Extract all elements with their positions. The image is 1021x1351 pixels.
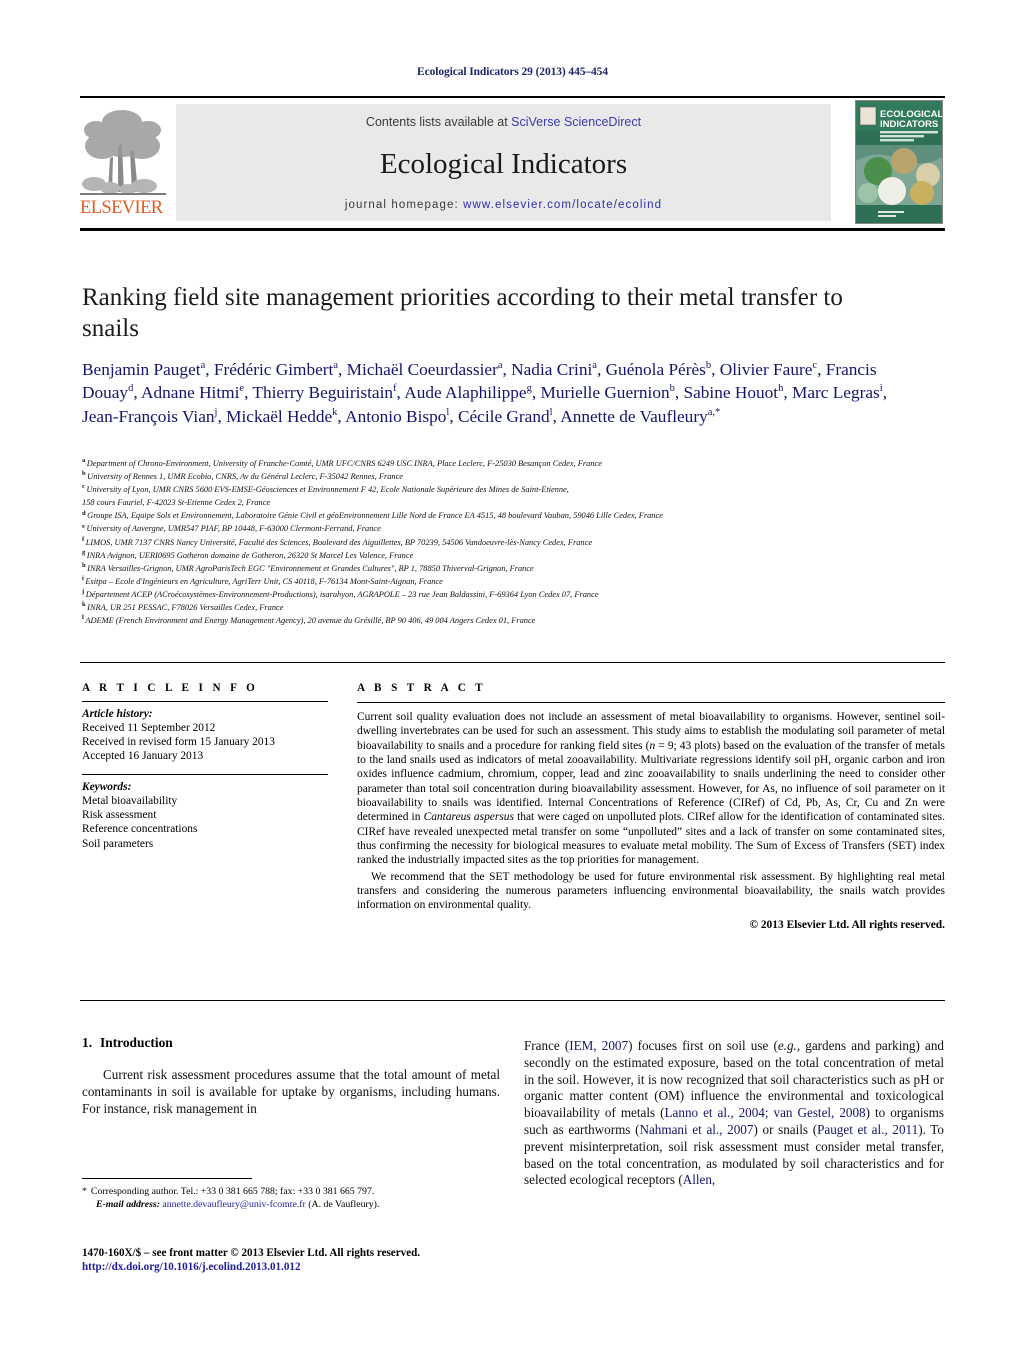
homepage-url-link[interactable]: www.elsevier.com/locate/ecolind xyxy=(463,199,662,211)
footnote-rule xyxy=(82,1178,252,1179)
affiliation-marker: a xyxy=(82,457,86,465)
email-link[interactable]: annette.devaufleury@univ-fcomte.fr xyxy=(162,1199,305,1210)
elsevier-tree-icon xyxy=(80,104,166,197)
affiliation-marker: c xyxy=(82,483,85,491)
page-title: Ranking field site management priorities… xyxy=(82,284,843,342)
affiliation-text: Département ACEP (ACroécosystèmes-Enviro… xyxy=(85,589,599,599)
body-column-left: 1. Introduction Current risk assessment p… xyxy=(82,1035,500,1117)
affiliation-item: h INRA Versailles-Grignon, UMR AgroParisT… xyxy=(82,562,942,575)
intro-paragraph-left: Current risk assessment procedures assum… xyxy=(82,1067,500,1116)
paper-page: Ecological Indicators 29 (2013) 445–454 xyxy=(0,0,1021,1351)
email-line: E-mail address: annette.devaufleury@univ… xyxy=(82,1199,512,1212)
contents-prefix: Contents lists available at xyxy=(365,115,512,129)
affiliation-marker: g xyxy=(82,548,86,556)
abstract-heading: A B S T R A C T xyxy=(357,682,487,694)
abstract-paragraph-1: Current soil quality evaluation does not… xyxy=(357,711,945,867)
abstract-paragraph-2: We recommend that the SET methodology be… xyxy=(357,870,945,912)
journal-cover-thumbnail: ECOLOGICAL INDICATORS xyxy=(855,100,943,224)
intro-paragraph-right: France (IEM, 2007) focuses first on soil… xyxy=(524,1038,944,1188)
affiliation-text: University of Lyon, UMR CNRS 5600 EVS-EM… xyxy=(86,485,569,495)
section-title: Introduction xyxy=(100,1035,173,1050)
affiliation-item: c University of Lyon, UMR CNRS 5600 EVS-E… xyxy=(82,483,942,496)
affiliation-item: b University of Rennes 1, UMR Ecobio, CNR… xyxy=(82,470,942,483)
affiliation-text: Department of Chrono-Environment, Univer… xyxy=(86,459,602,468)
email-suffix: (A. de Vaufleury). xyxy=(308,1198,380,1210)
affiliation-item: a Department of Chrono-Environment, Unive… xyxy=(82,457,942,470)
footnote-marker: * xyxy=(82,1186,87,1197)
abstract-block-bottom-rule xyxy=(80,1000,945,1001)
affiliation-item: k INRA, UR 251 PESSAC, F78026 Versailles … xyxy=(82,601,942,614)
keywords-label: Keywords: xyxy=(82,781,132,794)
masthead-bottom-rule xyxy=(80,228,945,231)
affiliation-text: University of Rennes 1, UMR Ecobio, CNRS… xyxy=(87,472,404,482)
article-history-label: Article history: xyxy=(82,708,153,720)
journal-title: Ecological Indicators xyxy=(379,147,628,180)
corresponding-author-footnote: * Corresponding author. Tel.: +33 0 381 6… xyxy=(82,1186,512,1211)
article-history-lines: Received 11 September 2012 Received in re… xyxy=(82,721,330,763)
section-heading-introduction: 1. Introduction xyxy=(82,1035,500,1051)
affiliation-list: a Department of Chrono-Environment, Unive… xyxy=(82,457,942,627)
abstract-column: A B S T R A C T Current soil quality eva… xyxy=(357,682,945,931)
affiliation-text: 158 cours Fauriel, F-42023 St-Etienne Ce… xyxy=(82,498,271,508)
running-head: Ecological Indicators 29 (2013) 445–454 xyxy=(417,66,608,78)
body-column-right: France (IEM, 2007) focuses first on soil… xyxy=(524,1038,944,1189)
abstract-block-top-rule xyxy=(80,662,945,663)
journal-band: Contents lists available at SciVerse Sci… xyxy=(176,104,831,221)
affiliation-marker: l xyxy=(82,614,84,622)
corresponding-author-text: Corresponding author. Tel.: +33 0 381 66… xyxy=(90,1186,375,1197)
affiliation-item: f LIMOS, UMR 7137 CNRS Nancy Université, … xyxy=(82,536,942,549)
sciencedirect-link[interactable]: SciVerse ScienceDirect xyxy=(511,115,641,129)
affiliation-marker: b xyxy=(82,470,86,478)
elsevier-logo: ELSEVIER xyxy=(80,104,166,224)
affiliation-item: j Département ACEP (ACroécosystèmes-Envir… xyxy=(82,588,942,601)
affiliation-marker: f xyxy=(82,535,85,543)
affiliation-text: LIMOS, UMR 7137 CNRS Nancy Université, F… xyxy=(85,537,593,547)
affiliation-text: Esitpa – Ecole d'Ingénieurs en Agricultu… xyxy=(85,576,443,586)
article-info-column: A R T I C L E I N F O Article history: R… xyxy=(82,682,330,851)
keyword-item: Soil parameters xyxy=(82,837,154,850)
affiliation-marker: j xyxy=(82,588,85,596)
article-history-line: Received 11 September 2012 xyxy=(82,722,216,734)
affiliation-marker: d xyxy=(82,509,86,517)
affiliation-item: 158 cours Fauriel, F-42023 St-Etienne Ce… xyxy=(82,496,942,509)
affiliation-text: University of Auvergne, UMR547 PIAF, BP … xyxy=(86,524,381,534)
affiliation-item: d Groupe ISA, Equipe Sols et Environnemen… xyxy=(82,509,942,522)
issn-line: 1470-160X/$ – see front matter © 2013 El… xyxy=(82,1247,421,1259)
contents-available-line: Contents lists available at SciVerse Sci… xyxy=(366,115,641,129)
abstract-copyright: © 2013 Elsevier Ltd. All rights reserved… xyxy=(749,918,945,931)
abstract-rule xyxy=(357,702,945,703)
affiliation-item: e University of Auvergne, UMR547 PIAF, BP… xyxy=(82,522,942,535)
email-label: E-mail address: xyxy=(96,1198,160,1210)
affiliation-marker: e xyxy=(82,522,85,530)
affiliation-marker: k xyxy=(82,601,86,609)
affiliation-item: l ADEME (French Environment and Energy Ma… xyxy=(82,614,942,627)
affiliation-text: INRA Versailles-Grignon, UMR AgroParisTe… xyxy=(87,563,534,573)
affiliation-text: Groupe ISA, Equipe Sols et Environnement… xyxy=(87,511,663,521)
affiliation-text: INRA, UR 251 PESSAC, F78026 Versailles C… xyxy=(87,603,284,613)
keyword-item: Metal bioavailability xyxy=(82,795,178,808)
article-history-line: Received in revised form 15 January 2013 xyxy=(82,736,275,749)
section-number: 1. xyxy=(82,1035,93,1050)
affiliation-item: g INRA Avignon, UERI0695 Gotheron domaine… xyxy=(82,549,942,562)
affiliation-marker: i xyxy=(82,575,84,583)
doi-link[interactable]: http://dx.doi.org/10.1016/j.ecolind.2013… xyxy=(82,1260,552,1274)
keyword-item: Risk assessment xyxy=(82,809,157,822)
article-history-line: Accepted 16 January 2013 xyxy=(82,750,204,763)
author-list: Benjamin Paugeta, Frédéric Gimberta, Mic… xyxy=(82,360,888,426)
affiliation-item: i Esitpa – Ecole d'Ingénieurs en Agricult… xyxy=(82,575,942,588)
homepage-prefix: journal homepage: xyxy=(344,199,464,211)
affiliation-text: INRA Avignon, UERI0695 Gotheron domaine … xyxy=(86,550,414,560)
journal-homepage-line: journal homepage: www.elsevier.com/locat… xyxy=(345,199,662,211)
svg-text:INDICATORS: INDICATORS xyxy=(880,119,938,130)
elsevier-wordmark: ELSEVIER xyxy=(80,198,163,218)
issn-and-doi-block: 1470-160X/$ – see front matter © 2013 El… xyxy=(82,1246,552,1275)
journal-masthead: ELSEVIER Contents lists available at Sci… xyxy=(80,96,945,231)
affiliation-marker: h xyxy=(82,561,86,569)
keywords-lines: Metal bioavailability Risk assessment Refe… xyxy=(82,794,330,850)
keyword-item: Reference concentrations xyxy=(82,823,198,836)
keywords-rule xyxy=(82,774,328,776)
article-info-rule xyxy=(82,701,328,702)
affiliation-text: ADEME (French Environment and Energy Man… xyxy=(85,616,536,626)
article-info-heading: A R T I C L E I N F O xyxy=(82,682,259,694)
